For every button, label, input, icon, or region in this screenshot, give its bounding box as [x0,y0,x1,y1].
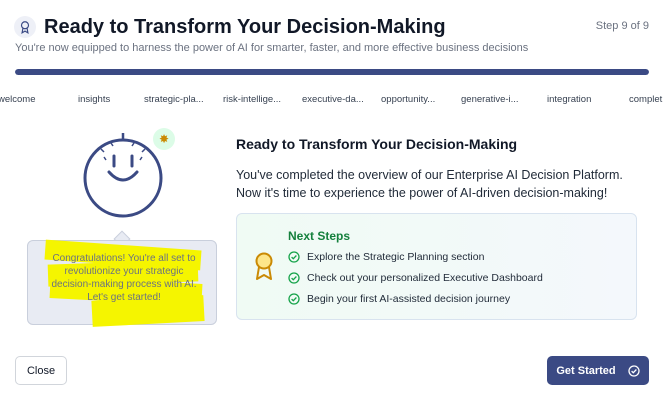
step-tab-executive-dashboard[interactable]: executive-da... [302,94,364,105]
award-icon [14,16,36,38]
next-step-text: Check out your personalized Executive Da… [307,272,543,284]
step-indicator: Step 9 of 9 [595,20,649,32]
next-step-text: Begin your first AI-assisted decision jo… [307,293,511,305]
step-tab-complete[interactable]: complet [629,94,662,105]
step-tab-insights[interactable]: insights [78,94,110,105]
progress-bar [15,69,649,75]
step-tab-opportunity[interactable]: opportunity... [381,94,435,105]
section-description: You've completed the overview of our Ent… [236,168,623,200]
step-tab-generative-ai[interactable]: generative-i... [461,94,519,105]
check-circle-icon [627,364,640,377]
step-tab-risk-intelligence[interactable]: risk-intellige... [223,94,281,105]
progress-bar-fill [15,69,649,75]
sparkle-icon: ✸ [153,128,175,150]
next-step-item: Check out your personalized Executive Da… [288,272,543,284]
speech-bubble-text: Congratulations! You're all set to revol… [51,253,197,303]
next-step-text: Explore the Strategic Planning section [307,251,485,263]
check-circle-icon [288,293,300,305]
next-steps-title: Next Steps [288,229,351,243]
get-started-label: Get Started [556,364,616,377]
page-title: Ready to Transform Your Decision-Making [44,16,446,38]
step-tab-welcome[interactable]: welcome [0,94,36,105]
next-step-item: Begin your first AI-assisted decision jo… [288,293,510,305]
ribbon-icon [255,252,273,280]
step-tabs: welcome insights strategic-pla... risk-i… [0,94,663,108]
page-subtitle: You're now equipped to harness the power… [15,42,529,54]
step-tab-strategic-planning[interactable]: strategic-pla... [144,94,204,105]
get-started-button[interactable]: Get Started [547,356,649,385]
section-title: Ready to Transform Your Decision-Making [236,136,518,152]
check-circle-icon [288,251,300,263]
step-tab-integration[interactable]: integration [547,94,591,105]
close-button[interactable]: Close [15,356,67,385]
next-step-item: Explore the Strategic Planning section [288,251,484,263]
check-circle-icon [288,272,300,284]
